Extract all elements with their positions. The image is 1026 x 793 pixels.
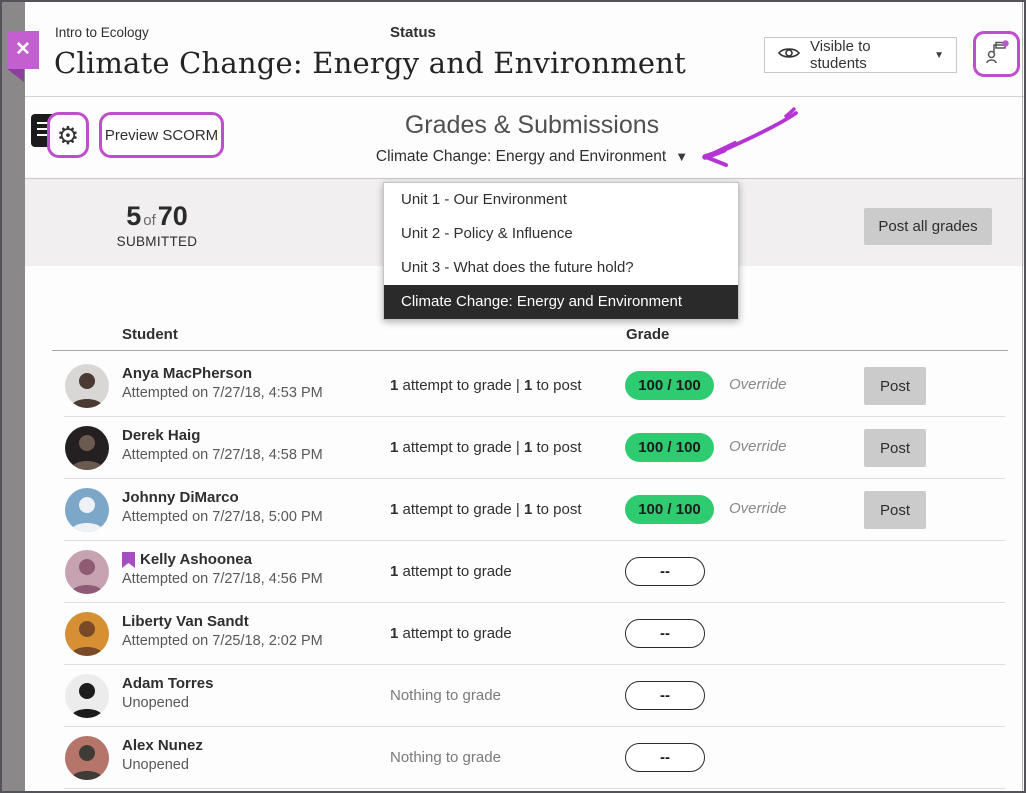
submitted-counter: 5of70 SUBMITTED (102, 201, 212, 249)
avatar (65, 674, 109, 718)
annotation-arrow (690, 106, 802, 179)
dropdown-item[interactable]: Unit 1 - Our Environment (384, 183, 738, 217)
student-name[interactable]: Liberty Van Sandt (122, 613, 249, 630)
grade-pill[interactable]: -- (625, 557, 705, 586)
breadcrumb-course-name: Intro to Ecology (55, 25, 149, 40)
eye-icon (777, 45, 801, 65)
student-name[interactable]: Anya MacPherson (122, 365, 252, 382)
grade-pill[interactable]: -- (625, 681, 705, 710)
grade-pill[interactable]: -- (625, 619, 705, 648)
avatar (65, 612, 109, 656)
status-text: 1 attempt to grade (390, 563, 512, 580)
dropdown-item[interactable]: Unit 2 - Policy & Influence (384, 217, 738, 251)
grades-submissions-title: Grades & Submissions (332, 111, 732, 140)
accommodation-flag-icon (122, 552, 135, 568)
person-silhouette-icon (65, 426, 109, 470)
column-header-status: Status (390, 24, 436, 41)
dropdown-item[interactable]: Climate Change: Energy and Environment (384, 285, 738, 319)
submitted-label: SUBMITTED (102, 234, 212, 249)
avatar (65, 736, 109, 780)
attempt-detail: Attempted on 7/27/18, 4:56 PM (122, 571, 323, 587)
avatar (65, 364, 109, 408)
override-link[interactable]: Override (729, 438, 787, 455)
preview-scorm-button[interactable]: Preview SCORM (99, 112, 224, 158)
avatar (65, 426, 109, 470)
grade-pill[interactable]: 100 / 100 (625, 433, 714, 462)
close-panel-button[interactable]: ✕ (7, 31, 39, 69)
student-name[interactable]: Kelly Ashoonea (140, 551, 252, 568)
scorm-grades-panel: ✕ Intro to Ecology Climate Change: Energ… (0, 0, 1026, 793)
post-button[interactable]: Post (864, 367, 926, 405)
post-button[interactable]: Post (864, 429, 926, 467)
table-header-rule (52, 350, 1008, 351)
person-silhouette-icon (65, 550, 109, 594)
post-all-grades-button[interactable]: Post all grades (864, 208, 992, 245)
table-row: Liberty Van Sandt Attempted on 7/25/18, … (64, 603, 1005, 665)
table-row: Kelly Ashoonea Attempted on 7/27/18, 4:5… (64, 541, 1005, 603)
gear-icon: ⚙ (57, 123, 79, 148)
grade-pill[interactable]: 100 / 100 (625, 371, 714, 400)
student-name[interactable]: Alex Nunez (122, 737, 203, 754)
person-silhouette-icon (65, 488, 109, 532)
attempt-detail: Attempted on 7/27/18, 4:53 PM (122, 385, 323, 401)
status-text: Nothing to grade (390, 749, 501, 766)
visibility-label: Visible to students (810, 38, 919, 72)
status-text: 1 attempt to grade | 1 to post (390, 501, 582, 518)
student-preview-icon (984, 40, 1010, 69)
panel-right-edge (1022, 2, 1023, 791)
student-name[interactable]: Derek Haig (122, 427, 200, 444)
chevron-down-icon: ▼ (934, 50, 944, 61)
person-silhouette-icon (65, 674, 109, 718)
of-label: of (141, 212, 158, 229)
table-row: Alex Nunez Unopened Nothing to grade -- (64, 727, 1005, 789)
content-dropdown-menu: Unit 1 - Our EnvironmentUnit 2 - Policy … (383, 182, 739, 320)
attempt-detail: Attempted on 7/27/18, 4:58 PM (122, 447, 323, 463)
student-name[interactable]: Johnny DiMarco (122, 489, 239, 506)
override-link[interactable]: Override (729, 500, 787, 517)
person-silhouette-icon (65, 612, 109, 656)
total-count: 70 (158, 201, 188, 231)
visibility-dropdown[interactable]: Visible to students ▼ (764, 37, 957, 73)
attempt-detail: Unopened (122, 695, 213, 711)
person-silhouette-icon (65, 736, 109, 780)
avatar (65, 488, 109, 532)
student-name[interactable]: Adam Torres (122, 675, 213, 692)
submitted-count: 5 (126, 201, 141, 231)
header-divider (25, 96, 1024, 97)
grade-pill[interactable]: -- (625, 743, 705, 772)
table-row: Johnny DiMarco Attempted on 7/27/18, 5:0… (64, 479, 1005, 541)
column-header-student: Student (122, 326, 178, 343)
status-text: 1 attempt to grade (390, 625, 512, 642)
table-row: Anya MacPherson Attempted on 7/27/18, 4:… (64, 355, 1005, 417)
person-silhouette-icon (65, 364, 109, 408)
attempt-detail: Attempted on 7/27/18, 5:00 PM (122, 509, 323, 525)
attempt-detail: Attempted on 7/25/18, 2:02 PM (122, 633, 323, 649)
status-text: 1 attempt to grade | 1 to post (390, 377, 582, 394)
student-preview-button[interactable] (973, 31, 1020, 77)
column-header-grade: Grade (626, 326, 669, 343)
table-row: Derek Haig Attempted on 7/27/18, 4:58 PM… (64, 417, 1005, 479)
selector-caret-icon: ▼ (675, 149, 688, 164)
table-row: Adam Torres Unopened Nothing to grade -- (64, 665, 1005, 727)
notification-dot (1002, 40, 1008, 46)
grade-pill[interactable]: 100 / 100 (625, 495, 714, 524)
settings-button[interactable]: ⚙ (47, 112, 89, 158)
student-rows: Anya MacPherson Attempted on 7/27/18, 4:… (64, 355, 1005, 789)
page-title: Climate Change: Energy and Environment (54, 46, 686, 80)
status-text: 1 attempt to grade | 1 to post (390, 439, 582, 456)
content-selector-label: Climate Change: Energy and Environment (376, 148, 666, 165)
attempt-detail: Unopened (122, 757, 203, 773)
dropdown-item[interactable]: Unit 3 - What does the future hold? (384, 251, 738, 285)
post-button[interactable]: Post (864, 491, 926, 529)
status-text: Nothing to grade (390, 687, 501, 704)
base-nav-rail (2, 2, 25, 791)
override-link[interactable]: Override (729, 376, 787, 393)
content-selector-dropdown[interactable]: Climate Change: Energy and Environment ▼ (332, 148, 732, 166)
avatar (65, 550, 109, 594)
